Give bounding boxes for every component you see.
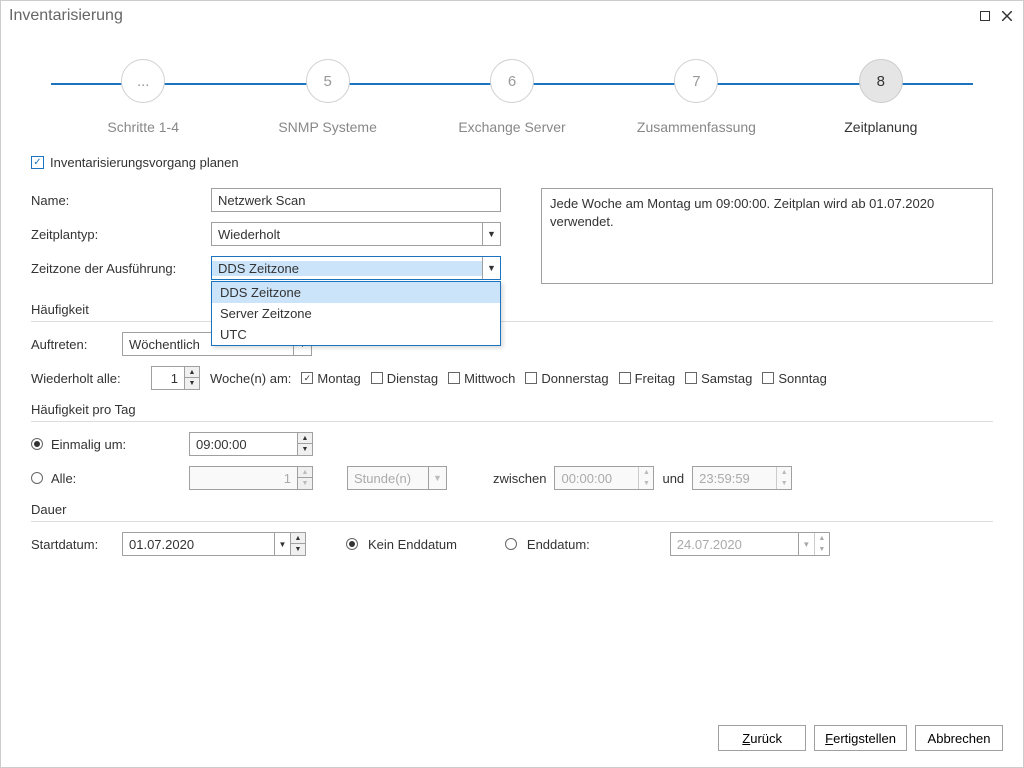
every-label: Alle: <box>51 471 181 486</box>
scheduletype-combo[interactable]: Wiederholt ▼ <box>211 222 501 246</box>
once-radio[interactable] <box>31 438 43 450</box>
maximize-icon[interactable] <box>977 8 993 24</box>
spin-down-icon: ▼ <box>298 478 312 489</box>
frequency-header: Häufigkeit <box>31 302 993 317</box>
scheduletype-label: Zeitplantyp: <box>31 227 211 242</box>
wizard-window: Inventarisierung ... Schritte 1-4 5 SNMP… <box>0 0 1024 768</box>
startdate-label: Startdatum: <box>31 537 112 552</box>
chevron-down-icon: ▼ <box>428 467 446 489</box>
step-1-4[interactable]: ... Schritte 1-4 <box>51 59 235 135</box>
close-icon[interactable] <box>999 8 1015 24</box>
once-label: Einmalig um: <box>51 437 181 452</box>
plan-checkbox-label: Inventarisierungsvorgang planen <box>50 155 239 170</box>
day-tue-checkbox[interactable] <box>371 372 383 384</box>
name-label: Name: <box>31 193 211 208</box>
chevron-down-icon: ▼ <box>798 533 814 555</box>
day-sat-checkbox[interactable] <box>685 372 697 384</box>
between-end-input: 23:59:59 ▲▼ <box>692 466 792 490</box>
freq-per-day-header: Häufigkeit pro Tag <box>31 402 993 417</box>
repeat-spinner[interactable]: 1 ▲▼ <box>151 366 200 390</box>
day-fri-checkbox[interactable] <box>619 372 631 384</box>
weeks-on-label: Woche(n) am: <box>210 371 291 386</box>
enddate-radio[interactable] <box>505 538 517 550</box>
no-enddate-label: Kein Enddatum <box>368 537 457 552</box>
timezone-dropdown: DDS Zeitzone Server Zeitzone UTC <box>211 281 501 346</box>
step-scheduling[interactable]: 8 Zeitplanung <box>789 59 973 135</box>
spin-up-icon: ▲ <box>298 467 312 478</box>
day-sun-checkbox[interactable] <box>762 372 774 384</box>
day-thu-checkbox[interactable] <box>525 372 537 384</box>
between-label: zwischen <box>493 471 546 486</box>
every-radio[interactable] <box>31 472 43 484</box>
startdate-input[interactable]: 01.07.2020 ▼ ▲▼ <box>122 532 306 556</box>
timezone-option-server[interactable]: Server Zeitzone <box>212 303 500 324</box>
chevron-down-icon: ▼ <box>482 257 500 279</box>
spin-down-icon[interactable]: ▼ <box>298 444 312 455</box>
between-start-input: 00:00:00 ▲▼ <box>554 466 654 490</box>
step-summary[interactable]: 7 Zusammenfassung <box>604 59 788 135</box>
enddate-label: Enddatum: <box>527 537 590 552</box>
timezone-option-utc[interactable]: UTC <box>212 324 500 345</box>
window-title: Inventarisierung <box>9 7 123 25</box>
spin-up-icon[interactable]: ▲ <box>298 433 312 444</box>
cancel-button[interactable]: Abbrechen <box>915 725 1003 751</box>
no-enddate-radio[interactable] <box>346 538 358 550</box>
occur-label: Auftreten: <box>31 337 112 352</box>
summary-box: Jede Woche am Montag um 09:00:00. Zeitpl… <box>541 188 993 284</box>
timezone-label: Zeitzone der Ausführung: <box>31 261 211 276</box>
spin-up-icon[interactable]: ▲ <box>185 367 199 378</box>
timezone-option-dds[interactable]: DDS Zeitzone <box>212 282 500 303</box>
day-wed-checkbox[interactable] <box>448 372 460 384</box>
step-exchange[interactable]: 6 Exchange Server <box>420 59 604 135</box>
finish-button[interactable]: Fertigstellen <box>814 725 907 751</box>
once-time-input[interactable]: 09:00:00 ▲▼ <box>189 432 313 456</box>
step-snmp[interactable]: 5 SNMP Systeme <box>235 59 419 135</box>
day-mon-checkbox[interactable]: ✓ <box>301 372 313 384</box>
enddate-input: 24.07.2020 ▼ ▲▼ <box>670 532 830 556</box>
spin-down-icon[interactable]: ▼ <box>185 378 199 389</box>
every-unit-combo: Stunde(n) ▼ <box>347 466 447 490</box>
repeat-label: Wiederholt alle: <box>31 371 141 386</box>
timezone-combo[interactable]: DDS Zeitzone ▼ DDS Zeitzone Server Zeitz… <box>211 256 501 280</box>
stepper: ... Schritte 1-4 5 SNMP Systeme 6 Exchan… <box>1 31 1023 145</box>
plan-checkbox[interactable]: ✓ <box>31 156 44 169</box>
titlebar: Inventarisierung <box>1 1 1023 31</box>
and-label: und <box>662 471 684 486</box>
every-spinner: 1 ▲▼ <box>189 466 313 490</box>
duration-header: Dauer <box>31 502 993 517</box>
name-input[interactable]: Netzwerk Scan <box>211 188 501 212</box>
chevron-down-icon: ▼ <box>482 223 500 245</box>
chevron-down-icon[interactable]: ▼ <box>274 533 290 555</box>
back-button[interactable]: Zurück <box>718 725 806 751</box>
